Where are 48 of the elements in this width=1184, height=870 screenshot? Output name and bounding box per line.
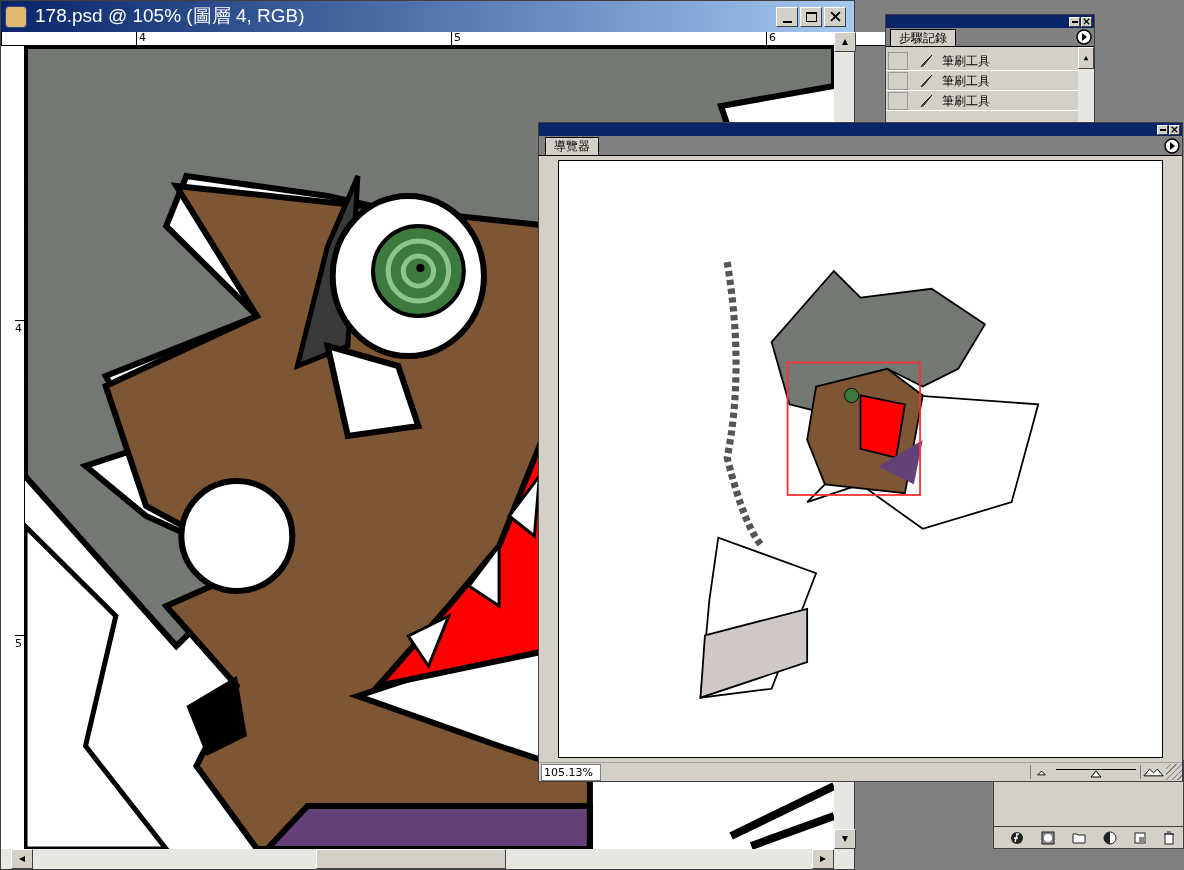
history-item[interactable]: 筆刷工具 bbox=[886, 91, 1078, 111]
panel-tab[interactable]: 步驟記錄 bbox=[890, 29, 956, 46]
history-label: 筆刷工具 bbox=[942, 52, 990, 70]
close-icon bbox=[1171, 126, 1178, 133]
scroll-up-button[interactable] bbox=[1078, 47, 1094, 69]
brush-icon bbox=[918, 72, 934, 89]
zoom-field[interactable]: 105.13% bbox=[541, 763, 601, 781]
ruler-label: 4 bbox=[15, 320, 24, 635]
scroll-thumb[interactable] bbox=[316, 849, 506, 869]
panel-minimize-button[interactable] bbox=[1157, 124, 1168, 135]
brush-icon bbox=[918, 52, 934, 69]
folder-icon[interactable] bbox=[1072, 831, 1086, 844]
panel-close-button[interactable] bbox=[1081, 16, 1092, 27]
panel-minimize-button[interactable] bbox=[1069, 16, 1080, 27]
close-icon bbox=[829, 11, 841, 22]
brush-icon bbox=[918, 92, 934, 109]
mask-icon[interactable] bbox=[1041, 830, 1055, 845]
triangle-up-icon bbox=[1083, 55, 1089, 61]
slider-thumb[interactable] bbox=[1090, 770, 1102, 778]
scroll-left-button[interactable] bbox=[11, 849, 33, 869]
scroll-right-button[interactable] bbox=[812, 849, 834, 869]
ruler-label: 5 bbox=[451, 32, 766, 45]
history-item[interactable]: 筆刷工具 bbox=[886, 71, 1078, 91]
window-title: 178.psd @ 105% (圖層 4, RGB) bbox=[35, 4, 306, 29]
panel-menu-icon[interactable] bbox=[1164, 138, 1180, 154]
minimize-button[interactable] bbox=[776, 6, 798, 27]
panel-menu-icon[interactable] bbox=[1076, 29, 1092, 45]
history-item[interactable]: 筆刷工具 bbox=[886, 51, 1078, 71]
close-icon bbox=[1083, 18, 1090, 25]
triangle-down-icon bbox=[841, 835, 849, 843]
new-layer-icon[interactable] bbox=[1134, 831, 1146, 844]
effects-icon[interactable] bbox=[1010, 830, 1024, 845]
triangle-right-icon bbox=[819, 855, 827, 863]
triangle-up-icon bbox=[841, 38, 849, 46]
panel-close-button[interactable] bbox=[1169, 124, 1180, 135]
history-label: 筆刷工具 bbox=[942, 92, 990, 110]
close-button[interactable] bbox=[824, 6, 846, 27]
panel-tab[interactable]: 導覽器 bbox=[545, 137, 599, 155]
adjustment-icon[interactable] bbox=[1103, 830, 1117, 845]
trash-icon[interactable] bbox=[1163, 830, 1175, 845]
horizontal-scrollbar[interactable] bbox=[1, 849, 834, 869]
scroll-down-button[interactable] bbox=[834, 829, 856, 849]
scroll-up-button[interactable] bbox=[834, 32, 856, 52]
resize-grip[interactable] bbox=[1166, 764, 1182, 780]
maximize-button[interactable] bbox=[800, 6, 822, 27]
triangle-left-icon bbox=[18, 855, 26, 863]
history-label: 筆刷工具 bbox=[942, 72, 990, 90]
ruler-label: 4 bbox=[136, 32, 451, 45]
